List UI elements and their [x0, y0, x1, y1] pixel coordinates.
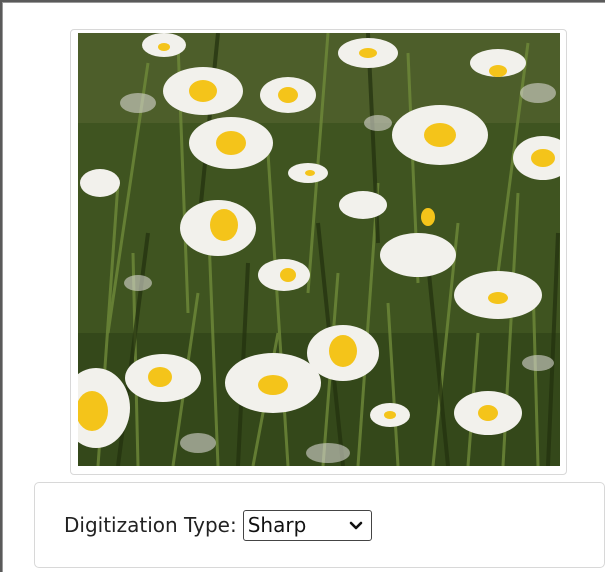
digitized-photo	[78, 33, 560, 466]
digitization-type-label: Digitization Type:	[64, 513, 237, 537]
app-window: Digitization Type: Sharp	[0, 0, 605, 572]
controls-panel: Digitization Type: Sharp	[34, 482, 605, 568]
digitization-type-row: Digitization Type: Sharp	[64, 509, 372, 541]
daisy-field-photo-icon	[78, 33, 560, 466]
chevron-down-icon	[349, 521, 363, 529]
image-card	[70, 29, 567, 475]
digitization-type-select[interactable]: Sharp	[242, 509, 372, 541]
